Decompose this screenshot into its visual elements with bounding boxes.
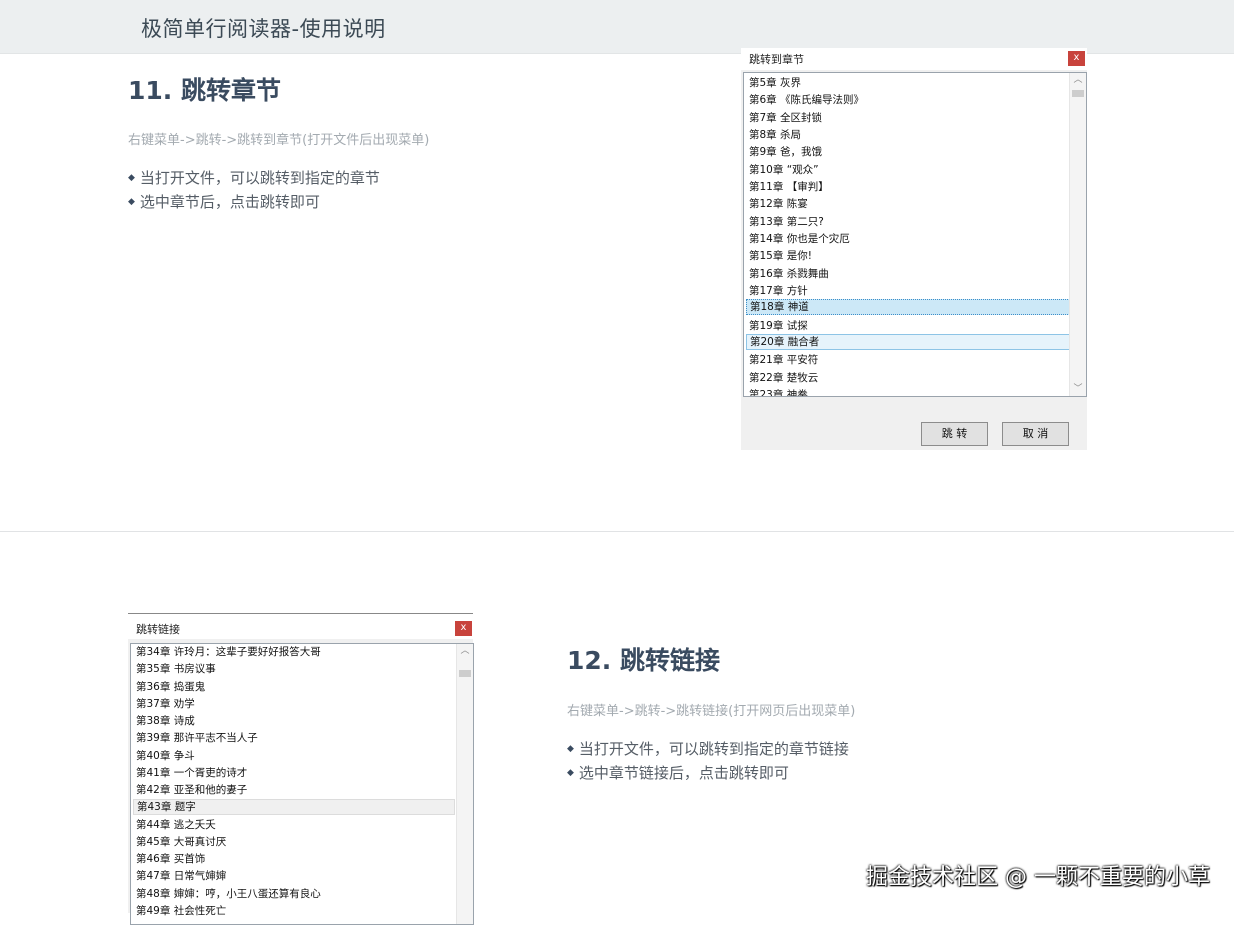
list-item[interactable]: 第44章 逃之夭夭 — [133, 817, 216, 833]
jump-to-chapter-dialog: 跳转到章节 x 第5章 灰界 第6章 《陈氏编导法则》 第7章 全区封锁 第8章… — [741, 48, 1087, 450]
list-item[interactable]: 第7章 全区封锁 — [746, 110, 822, 126]
scroll-thumb[interactable] — [1072, 90, 1084, 97]
list-item[interactable]: 第14章 你也是个灾厄 — [746, 231, 850, 247]
section-11-bullets: ◆ 当打开文件，可以跳转到指定的章节 ◆ 选中章节后，点击跳转即可 — [128, 166, 380, 214]
page-header: 极简单行阅读器-使用说明 — [0, 0, 1234, 54]
watermark: 掘金技术社区 @ 一颗不重要的小草 — [866, 865, 1210, 890]
bullet-diamond-icon: ◆ — [567, 768, 574, 778]
section-12-bullets: ◆ 当打开文件，可以跳转到指定的章节链接 ◆ 选中章节链接后，点击跳转即可 — [567, 737, 849, 785]
cancel-button[interactable]: 取 消 — [1002, 422, 1069, 446]
list-item[interactable]: 第9章 爸，我饿 — [746, 144, 822, 160]
list-item[interactable]: 第36章 捣蛋鬼 — [133, 679, 205, 695]
scrollbar[interactable]: ︿ ﹀ — [1069, 73, 1086, 396]
list-item-hover[interactable]: 第43章 题字 — [133, 799, 455, 815]
list-item[interactable]: 第10章 “观众” — [746, 162, 819, 178]
page-title: 极简单行阅读器-使用说明 — [141, 17, 386, 41]
list-item[interactable]: 第42章 亚圣和他的妻子 — [133, 782, 247, 798]
dialog-title: 跳转链接 — [136, 623, 180, 636]
list-item[interactable]: 第45章 大哥真讨厌 — [133, 834, 226, 850]
list-item[interactable]: 第47章 日常气婶婶 — [133, 868, 226, 884]
list-item[interactable]: 第11章 【审判】 — [746, 179, 829, 195]
section-12-menu-path: 右键菜单->跳转->跳转链接(打开网页后出现菜单) — [567, 704, 856, 719]
section-12-title: 12. 跳转链接 — [567, 646, 720, 675]
bullet-diamond-icon: ◆ — [128, 173, 135, 183]
list-item[interactable]: 第35章 书房议事 — [133, 661, 216, 677]
link-listbox[interactable]: 第34章 许玲月：这辈子要好好报答大哥 第35章 书房议事 第36章 捣蛋鬼 第… — [130, 643, 474, 925]
dialog-title: 跳转到章节 — [749, 53, 804, 66]
list-item[interactable]: 第12章 陈宴 — [746, 196, 808, 212]
bullet-item: ◆ 选中章节后，点击跳转即可 — [128, 190, 380, 214]
list-item-hover[interactable]: 第20章 融合者 — [746, 334, 1070, 350]
bullet-item: ◆ 当打开文件，可以跳转到指定的章节 — [128, 166, 380, 190]
section-11-title: 11. 跳转章节 — [128, 76, 281, 105]
list-item[interactable]: 第21章 平安符 — [746, 352, 818, 368]
close-button[interactable]: x — [1068, 51, 1085, 66]
list-item-selected[interactable]: 第18章 神道 — [746, 299, 1070, 315]
list-item[interactable]: 第8章 杀局 — [746, 127, 801, 143]
list-item[interactable]: 第5章 灰界 — [746, 75, 801, 91]
list-item[interactable]: 第19章 试探 — [746, 318, 808, 334]
list-item[interactable]: 第16章 杀戮舞曲 — [746, 266, 829, 282]
list-item[interactable]: 第46章 买首饰 — [133, 851, 205, 867]
list-item[interactable]: 第38章 诗成 — [133, 713, 195, 729]
bullet-diamond-icon: ◆ — [128, 197, 135, 207]
dialog-titlebar: 跳转链接 x — [128, 614, 473, 639]
list-item[interactable]: 第37章 劝学 — [133, 696, 195, 712]
list-item[interactable]: 第49章 社会性死亡 — [133, 903, 226, 919]
list-item[interactable]: 第39章 那许平志不当人子 — [133, 730, 258, 746]
list-item[interactable]: 第34章 许玲月：这辈子要好好报答大哥 — [133, 644, 321, 660]
section-divider — [0, 531, 1234, 532]
scroll-up-icon[interactable]: ︿ — [1070, 73, 1086, 87]
list-item[interactable]: 第40章 争斗 — [133, 748, 195, 764]
scroll-up-icon[interactable]: ︿ — [457, 644, 473, 658]
list-item[interactable]: 第48章 婶婶：哼，小王八蛋还算有良心 — [133, 886, 321, 902]
list-item[interactable]: 第6章 《陈氏编导法则》 — [746, 92, 864, 108]
dialog-titlebar: 跳转到章节 x — [741, 48, 1087, 70]
bullet-item: ◆ 当打开文件，可以跳转到指定的章节链接 — [567, 737, 849, 761]
jump-link-dialog: 跳转链接 x 第34章 许玲月：这辈子要好好报答大哥 第35章 书房议事 第36… — [128, 613, 474, 925]
chapter-listbox[interactable]: 第5章 灰界 第6章 《陈氏编导法则》 第7章 全区封锁 第8章 杀局 第9章 … — [743, 72, 1087, 397]
jump-button[interactable]: 跳 转 — [921, 422, 988, 446]
list-item[interactable]: 第15章 是你! — [746, 248, 812, 264]
bullet-diamond-icon: ◆ — [567, 744, 574, 754]
scroll-down-icon[interactable]: ﹀ — [1070, 382, 1086, 396]
list-item[interactable]: 第17章 方针 — [746, 283, 808, 299]
scrollbar[interactable]: ︿ — [456, 644, 473, 924]
list-item[interactable]: 第23章 神拳 — [746, 387, 808, 396]
close-button[interactable]: x — [455, 621, 472, 636]
list-item[interactable]: 第41章 一个胥吏的诗才 — [133, 765, 247, 781]
scroll-thumb[interactable] — [459, 670, 471, 677]
bullet-item: ◆ 选中章节链接后，点击跳转即可 — [567, 761, 849, 785]
list-item[interactable]: 第13章 第二只? — [746, 214, 824, 230]
list-item[interactable]: 第22章 楚牧云 — [746, 370, 818, 386]
section-11-menu-path: 右键菜单->跳转->跳转到章节(打开文件后出现菜单) — [128, 133, 430, 148]
